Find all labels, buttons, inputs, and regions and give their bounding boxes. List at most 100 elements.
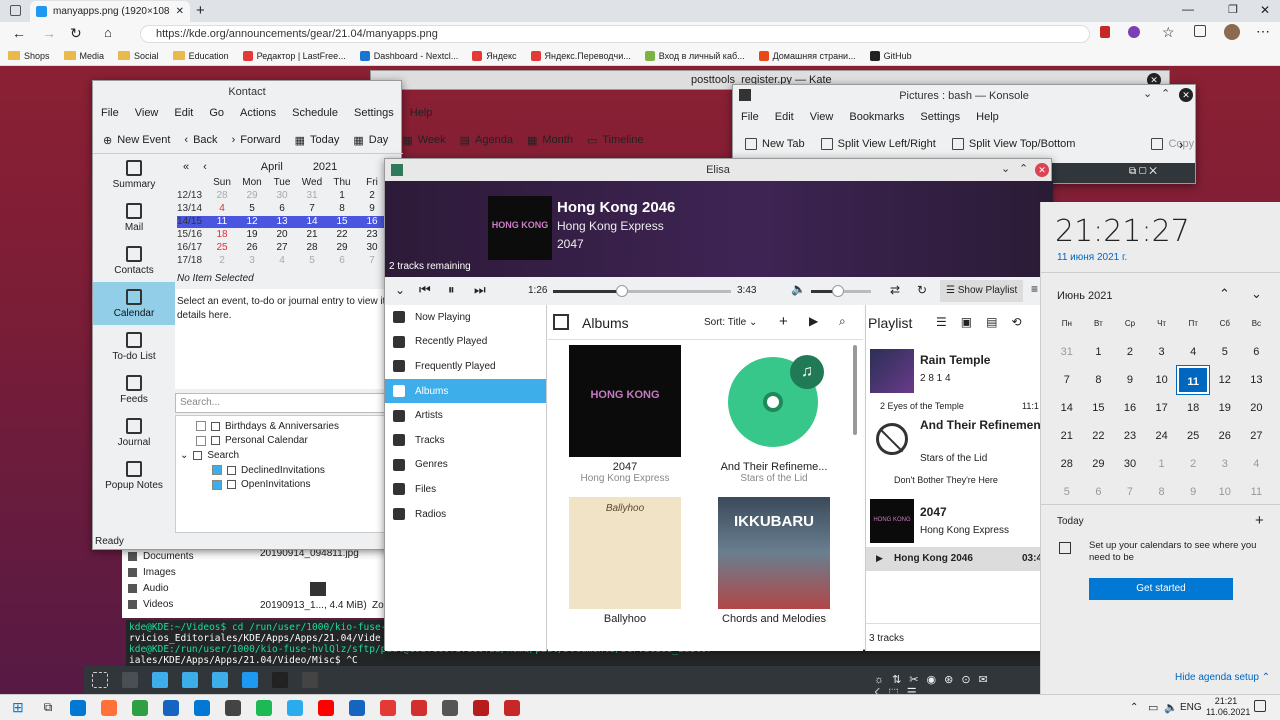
- reload-icon[interactable]: ↻: [70, 25, 82, 42]
- taskbar-app-icon[interactable]: [287, 699, 304, 716]
- day-cell[interactable]: 28: [297, 242, 327, 254]
- day-cell[interactable]: 30: [267, 190, 297, 202]
- day-cell[interactable]: 30: [357, 242, 387, 254]
- calendar-day[interactable]: 19: [1209, 394, 1241, 422]
- taskbar-app-icon[interactable]: [442, 699, 459, 716]
- panel-app-icon[interactable]: [122, 672, 138, 688]
- menu-item[interactable]: File: [101, 107, 119, 119]
- next-track-icon[interactable]: ⏭: [474, 282, 486, 298]
- tree-item[interactable]: DeclinedInvitations: [176, 463, 400, 478]
- previous-track-icon[interactable]: ⏮: [419, 282, 431, 298]
- taskbar-app-icon[interactable]: [473, 699, 490, 716]
- speaker-icon[interactable]: 🔈: [1164, 701, 1178, 714]
- add-event-icon[interactable]: +: [1255, 512, 1264, 529]
- month-label[interactable]: April: [261, 161, 283, 173]
- konsole-close-icon[interactable]: ✕: [1179, 88, 1193, 102]
- bookmark-item[interactable]: Dashboard - Nextcl...: [359, 50, 458, 61]
- places-item[interactable]: Documents: [128, 548, 194, 564]
- browser-tab[interactable]: manyapps.png (1920×1080) ✕: [30, 1, 190, 22]
- places-item[interactable]: Images: [128, 564, 194, 580]
- taskbar-app-icon[interactable]: [225, 699, 242, 716]
- album-tile[interactable]: IKKUBARU Chords and Melodies: [699, 497, 849, 625]
- toolbar-button[interactable]: ▦ Day: [353, 131, 388, 149]
- day-cell[interactable]: 2: [357, 190, 387, 202]
- toolbar-button[interactable]: Split View Left/Right: [820, 138, 936, 150]
- places-item[interactable]: Audio: [128, 580, 194, 596]
- calendar-day[interactable]: 24: [1146, 422, 1178, 450]
- calendar-day[interactable]: 15: [1083, 394, 1115, 422]
- forward-icon[interactable]: →: [42, 25, 56, 41]
- menu-item[interactable]: Settings: [354, 107, 394, 119]
- app-menu-icon[interactable]: ≡: [1031, 282, 1038, 296]
- menu-item[interactable]: Go: [209, 107, 224, 119]
- panel-app-icon[interactable]: [242, 672, 258, 688]
- calendar-day[interactable]: 10: [1146, 366, 1178, 394]
- album-tile[interactable]: Ballyhoo Ballyhoo: [550, 497, 700, 625]
- menu-item[interactable]: View: [135, 107, 159, 119]
- sidebar-item[interactable]: Journal: [93, 411, 175, 454]
- day-cell[interactable]: 16: [357, 216, 387, 228]
- day-cell[interactable]: 14: [297, 216, 327, 228]
- taskbar-app-icon[interactable]: [256, 699, 273, 716]
- seek-slider[interactable]: [553, 290, 731, 293]
- album-tile[interactable]: ♫ And Their Refineme... Stars of the Lid: [699, 345, 849, 484]
- toolbar-button[interactable]: ▦ Today: [295, 131, 340, 149]
- taskbar-app-icon[interactable]: [163, 699, 180, 716]
- toolbar-button[interactable]: › Forward: [232, 131, 281, 149]
- language-indicator[interactable]: ENG: [1180, 702, 1202, 713]
- checkbox[interactable]: [212, 465, 222, 476]
- calendar-day[interactable]: 23: [1114, 422, 1146, 450]
- profile-avatar[interactable]: [1224, 24, 1240, 40]
- menu-item[interactable]: Actions: [240, 107, 276, 119]
- calendar-day[interactable]: 2: [1114, 338, 1146, 366]
- album-tile[interactable]: HONG KONG 2047 Hong Kong Express: [550, 345, 700, 484]
- panel-app-icon[interactable]: [302, 672, 318, 688]
- collections-icon[interactable]: [1194, 25, 1206, 37]
- taskbar-app-icon[interactable]: [194, 699, 211, 716]
- menu-item[interactable]: Edit: [775, 111, 794, 123]
- tab-actions-icon[interactable]: [10, 5, 21, 16]
- day-cell[interactable]: 4: [267, 255, 297, 267]
- day-cell[interactable]: 21: [297, 229, 327, 241]
- kontact-titlebar[interactable]: Kontact: [93, 81, 401, 103]
- calendar-day[interactable]: 12: [1209, 366, 1241, 394]
- sidebar-item[interactable]: Contacts: [93, 239, 175, 282]
- play-all-icon[interactable]: ▶: [809, 314, 818, 328]
- minimize-icon[interactable]: ⌄: [1143, 87, 1152, 100]
- calendar-day[interactable]: 6: [1083, 478, 1115, 506]
- day-cell[interactable]: 7: [357, 255, 387, 267]
- menu-item[interactable]: View: [810, 111, 834, 123]
- add-icon[interactable]: +: [779, 313, 788, 330]
- calendar-day[interactable]: 11: [1241, 478, 1273, 506]
- nav-item[interactable]: Files: [385, 477, 546, 502]
- close-window-icon[interactable]: ✕: [1260, 3, 1270, 17]
- nav-item[interactable]: Recently Played: [385, 330, 546, 355]
- tree-item[interactable]: Birthdays & Anniversaries: [176, 419, 400, 434]
- day-cell[interactable]: 2: [207, 255, 237, 267]
- calendar-day[interactable]: 6: [1241, 338, 1273, 366]
- taskbar-app-icon[interactable]: [504, 699, 521, 716]
- playlist-menu-icon[interactable]: ☰: [936, 315, 947, 329]
- calendar-day[interactable]: 8: [1146, 478, 1178, 506]
- checkbox[interactable]: [196, 435, 206, 446]
- tab-controls-icon[interactable]: ⧉ ▢ ✕: [1129, 166, 1157, 177]
- calendar-day[interactable]: 8: [1083, 366, 1115, 394]
- taskbar-app-icon[interactable]: [101, 699, 118, 716]
- next-month-icon[interactable]: ⌄: [1251, 286, 1262, 302]
- toolbar-button[interactable]: ▤ Agenda: [460, 131, 513, 149]
- sidebar-item[interactable]: Calendar: [93, 282, 175, 325]
- day-cell[interactable]: 29: [237, 190, 267, 202]
- toolbar-button[interactable]: ‹ Back: [184, 131, 217, 149]
- day-cell[interactable]: 12: [237, 216, 267, 228]
- more-menu-icon[interactable]: ⋯: [1256, 23, 1270, 40]
- calendar-day[interactable]: 28: [1051, 450, 1083, 478]
- tray-chevron-icon[interactable]: ⌃: [1130, 702, 1138, 713]
- expand-icon[interactable]: ⌄: [180, 450, 188, 461]
- clear-playlist-icon[interactable]: ⟲: [1011, 315, 1021, 329]
- calendar-day[interactable]: 29: [1083, 450, 1115, 478]
- calendar-day[interactable]: 16: [1114, 394, 1146, 422]
- playlist-track[interactable]: 2 Eyes of the Temple: [880, 401, 964, 411]
- calendar-day[interactable]: 21: [1051, 422, 1083, 450]
- menu-item[interactable]: Help: [410, 107, 433, 119]
- day-cell[interactable]: 18: [207, 229, 237, 241]
